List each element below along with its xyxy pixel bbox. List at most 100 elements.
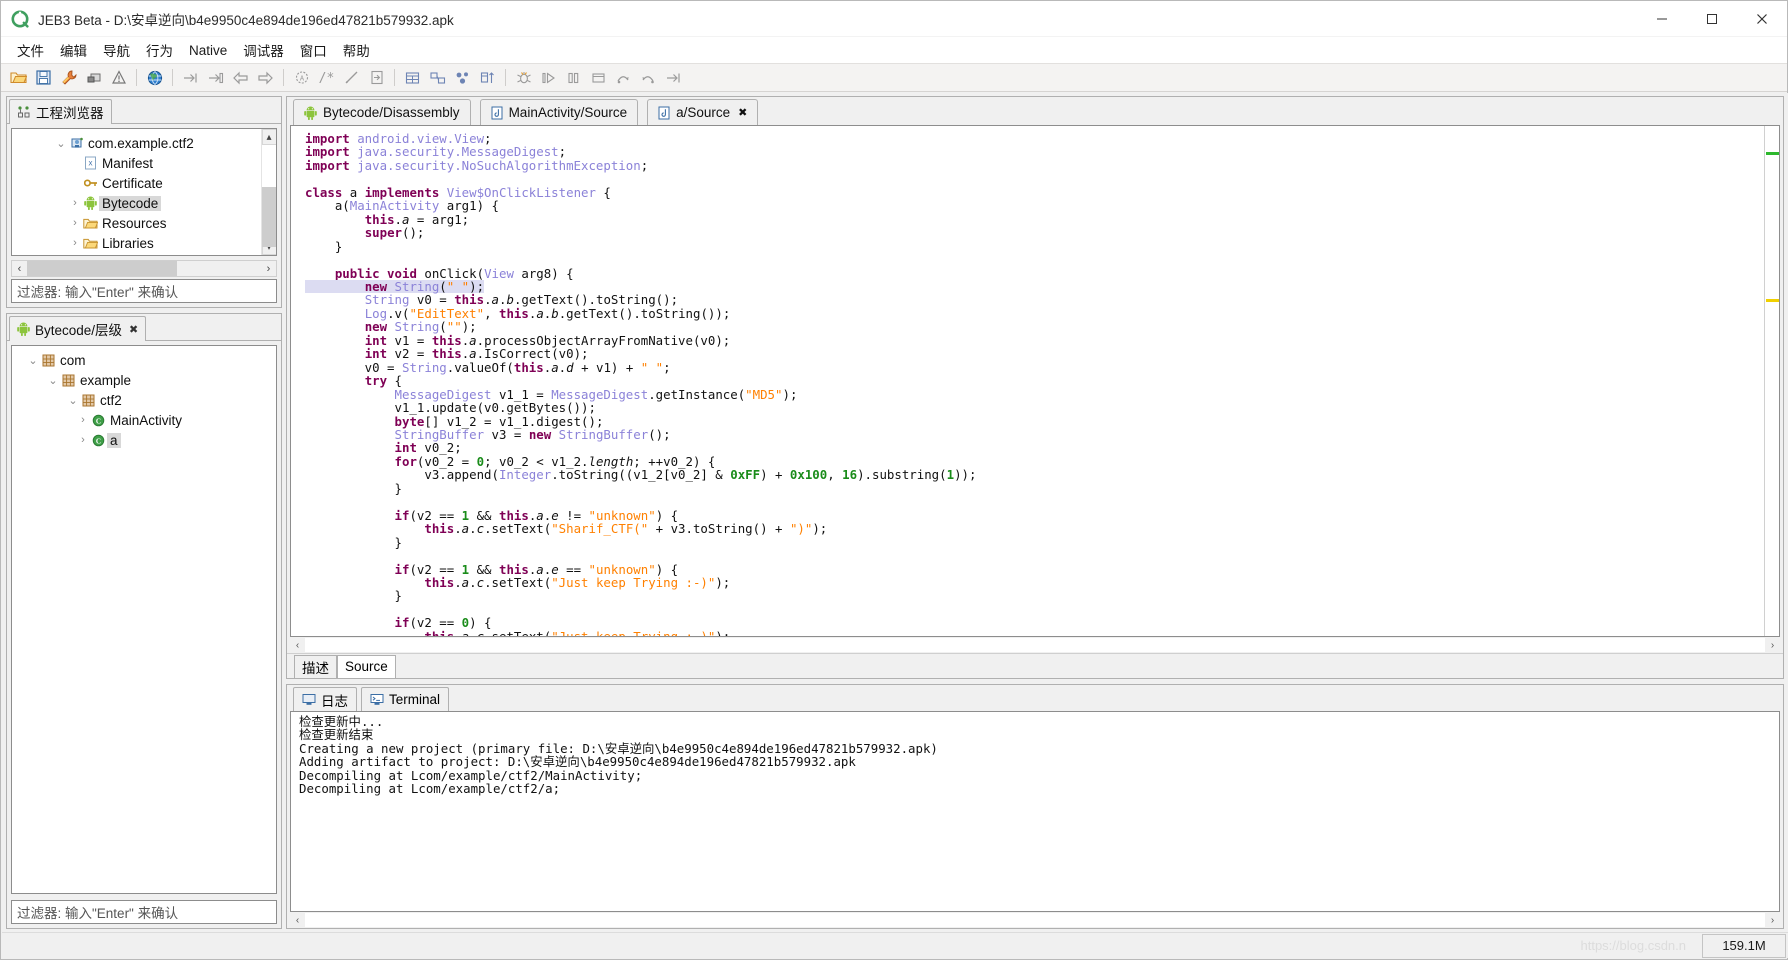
stop-icon[interactable] [587,66,610,89]
step-over-icon[interactable] [612,66,635,89]
chevron-down-icon[interactable]: ⌄ [46,374,60,387]
pause-icon[interactable] [562,66,585,89]
tab-a-source[interactable]: a/Source ✖ [647,99,759,125]
sort-icon[interactable] [476,66,499,89]
menu-edit[interactable]: 编辑 [52,38,95,62]
code-hscrollbar[interactable]: ‹ › [290,637,1780,653]
globe-icon[interactable] [143,66,166,89]
menu-native[interactable]: Native [181,41,235,60]
menu-file[interactable]: 文件 [9,38,52,62]
tab-log[interactable]: 日志 [293,687,357,711]
chevron-down-icon[interactable]: ⌄ [54,137,68,150]
tree-item-class-a[interactable]: › C a [12,430,276,450]
close-icon[interactable]: ✖ [738,106,747,119]
menu-window[interactable]: 窗口 [292,38,335,62]
tab-bytecode-hierarchy[interactable]: Bytecode/层级 ✖ [9,316,147,341]
chevron-right-icon[interactable]: › [68,197,82,209]
overview-mark [1766,151,1779,155]
scroll-left-icon[interactable]: ‹ [12,263,27,275]
vscroll-thumb[interactable] [261,187,276,247]
tree-item-bytecode[interactable]: › Bytecode [12,193,276,213]
source-code-text: import android.view.View; import java.se… [305,132,1764,636]
open-folder-icon[interactable] [7,66,30,89]
code-scroll-region[interactable]: import android.view.View; import java.se… [291,126,1764,636]
subtab-source[interactable]: Source [337,654,396,678]
chevron-down-icon[interactable]: ⌄ [66,394,80,407]
goto-address-icon[interactable] [179,66,202,89]
save-icon[interactable] [32,66,55,89]
warning-icon[interactable] [107,66,130,89]
hscroll-thumb[interactable] [27,261,177,276]
rename-icon[interactable]: A [290,66,313,89]
minimize-button[interactable] [1637,1,1687,37]
chevron-right-icon[interactable]: › [68,217,82,229]
edit-pencil-icon[interactable] [340,66,363,89]
export-icon[interactable] [365,66,388,89]
goto-forward-icon[interactable] [204,66,227,89]
class-icon: C [90,434,107,447]
close-button[interactable] [1737,1,1787,37]
wrench-icon[interactable] [57,66,80,89]
scroll-right-icon[interactable]: › [1765,640,1780,651]
console-hscroll-track[interactable] [305,913,1765,927]
project-explorer-filter-input[interactable]: 过滤器: 输入"Enter" 来确认 [11,279,277,303]
memory-indicator[interactable]: 159.1M [1702,933,1786,958]
subtab-description[interactable]: 描述 [294,654,337,678]
scroll-left-icon[interactable]: ‹ [290,640,305,651]
project-explorer-vscrollbar[interactable]: ▴ ▾ [261,129,276,255]
console-hscrollbar[interactable]: ‹ › [290,912,1780,928]
hierarchy-filter-input[interactable]: 过滤器: 输入"Enter" 来确认 [11,900,277,924]
chevron-right-icon[interactable]: › [76,414,90,426]
back-arrow-icon[interactable] [229,66,252,89]
project-explorer-hscrollbar[interactable]: ‹ › [11,260,277,277]
tree-item-certificate[interactable]: Certificate [12,173,276,193]
menu-navigate[interactable]: 导航 [95,38,138,62]
tree-item-example[interactable]: ⌄ example [12,370,276,390]
menu-debugger[interactable]: 调试器 [235,38,292,62]
tree-item-ctf2[interactable]: ⌄ ctf2 [12,390,276,410]
tab-bytecode-disassembly[interactable]: Bytecode/Disassembly [293,99,471,125]
bubbles-icon[interactable] [451,66,474,89]
forward-arrow-icon[interactable] [254,66,277,89]
menu-action[interactable]: 行为 [138,38,181,62]
step-into-icon[interactable] [637,66,660,89]
tree-item-label: ctf2 [100,392,122,408]
tree-item-com-example-ctf2[interactable]: ⌄ com.example.ctf2 [12,133,276,153]
tab-hierarchy-label: Bytecode/层级 [35,323,123,338]
maximize-button[interactable] [1687,1,1737,37]
close-icon[interactable]: ✖ [129,323,138,336]
debug-icon[interactable] [512,66,535,89]
terminal-icon [370,693,384,706]
tree-item-manifest[interactable]: x Manifest [12,153,276,173]
source-code-viewer[interactable]: import android.view.View; import java.se… [290,125,1780,637]
comment-icon[interactable]: /* [315,66,338,89]
terminal-icon[interactable] [82,66,105,89]
scroll-right-icon[interactable]: › [1765,915,1780,926]
tab-terminal[interactable]: Terminal [361,687,450,711]
scroll-up-icon[interactable]: ▴ [261,129,276,145]
tab-project-explorer[interactable]: 工程浏览器 [9,99,112,124]
chevron-right-icon[interactable]: › [68,237,82,249]
toolbar-separator [136,69,137,86]
console-tabstrip: 日志 Terminal [287,685,1783,711]
tree-item-libraries[interactable]: › Libraries [12,233,276,253]
step-out-icon[interactable] [662,66,685,89]
tab-mainactivity-source[interactable]: MainActivity/Source [479,99,639,125]
hscroll-track[interactable] [27,261,261,276]
tree-item-mainactivity[interactable]: › C MainActivity [12,410,276,430]
chevron-down-icon[interactable]: ⌄ [26,354,40,367]
code-hscroll-track[interactable] [305,638,1765,652]
code-overview-bar[interactable] [1764,126,1779,636]
scroll-left-icon[interactable]: ‹ [290,915,305,926]
run-icon[interactable] [537,66,560,89]
console-output-container[interactable]: 检查更新中... 检查更新结束 Creating a new project (… [290,711,1780,912]
chevron-right-icon[interactable]: › [76,434,90,446]
jeb-logo-icon [11,10,29,28]
menu-help[interactable]: 帮助 [335,38,378,62]
tree-item-com[interactable]: ⌄ com [12,350,276,370]
graph-icon[interactable] [426,66,449,89]
tree-item-resources[interactable]: › Resources [12,213,276,233]
vscroll-track[interactable] [261,145,276,247]
scroll-right-icon[interactable]: › [261,263,276,275]
table-icon[interactable] [401,66,424,89]
